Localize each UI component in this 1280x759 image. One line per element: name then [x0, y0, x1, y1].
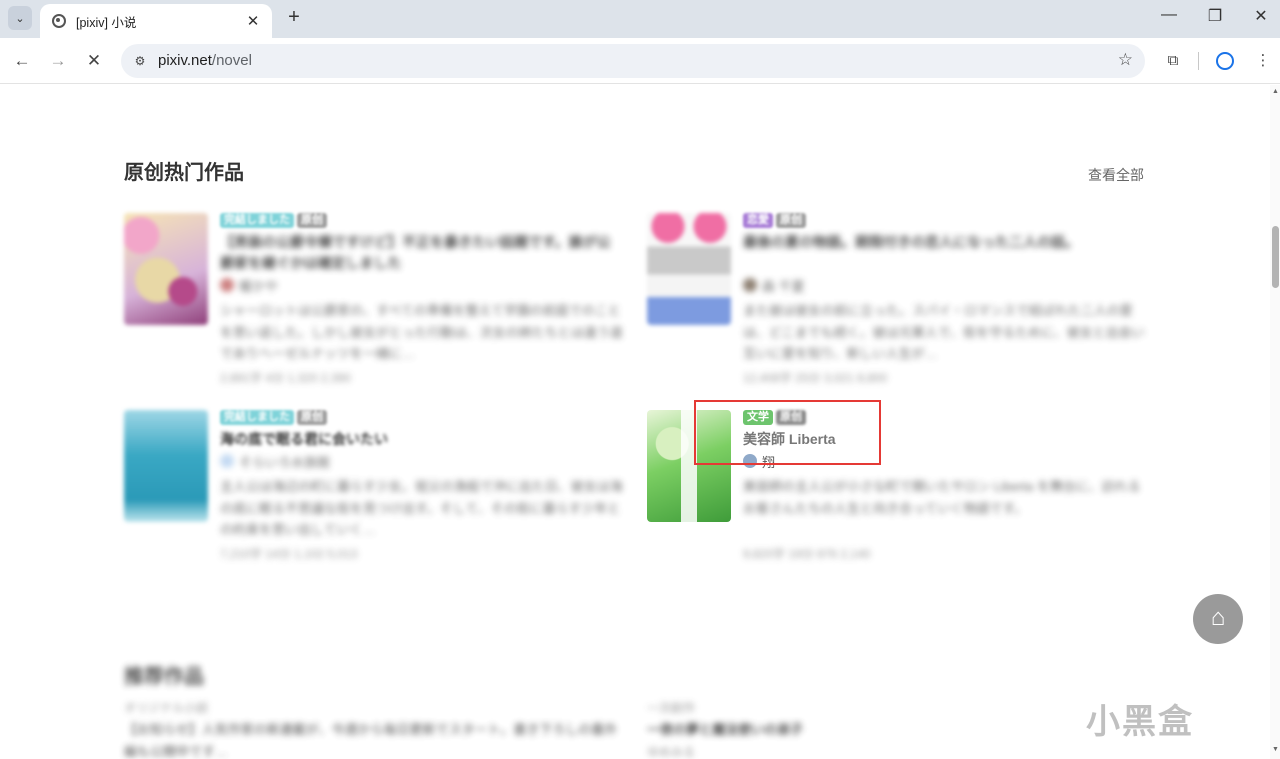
url-text: pixiv.net/novel — [158, 52, 252, 69]
scroll-down-icon[interactable]: ▼ — [1272, 746, 1279, 753]
arrow-right-icon: → — [49, 51, 67, 70]
novel-title[interactable]: 美容師 Liberta — [743, 429, 1147, 450]
item-label: 一次創作 — [647, 701, 696, 715]
tab-strip: ⌄ [pixiv] 小说 ✕ + — ❐ ✕ — [0, 0, 1280, 38]
watermark-logo-icon: ⌂ — [1193, 594, 1243, 644]
close-icon: ✕ — [86, 51, 102, 70]
novel-meta: 7,210字 14分 1,102 5,013 — [220, 547, 358, 561]
novel-meta: 2,891字 4分 1,320 2,390 — [220, 371, 351, 385]
arrow-left-icon: ← — [13, 51, 31, 70]
novel-description: 主人公は海辺の町に暮らす少女。祖父の漁船で沖に出た日、彼女は海の底に眠る不思議な… — [220, 479, 623, 537]
author-name[interactable]: 翔 — [762, 452, 775, 471]
back-button[interactable]: ← — [9, 48, 35, 74]
novel-meta: 9,820字 19分 876 2,140 — [743, 547, 871, 561]
address-bar[interactable]: ⚙ pixiv.net/novel ☆ — [121, 44, 1145, 78]
tab-search-button[interactable]: ⌄ — [8, 6, 32, 30]
novel-title[interactable]: 最後の夏の物語。期限付きの恋人になった二人の話。 — [743, 232, 1147, 274]
item-label: オリジナル小説 — [124, 701, 209, 715]
novel-cover-image[interactable] — [647, 410, 731, 522]
tag-original[interactable]: 原创 — [297, 213, 327, 228]
tag-literature[interactable]: 文学 — [743, 410, 773, 425]
page-content: 原创热门作品 查看全部 完結しました 原创 【男装の公爵令嬢ですけど】不正を暴き… — [0, 85, 1270, 759]
forward-button[interactable]: → — [45, 48, 71, 74]
novel-description: シャーロットは公爵家の、すべての準備を整えて学園の前庭でのことを思い返した。しか… — [220, 303, 623, 361]
novel-card[interactable]: 恋愛 原创 最後の夏の物語。期限付きの恋人になった二人の話。 森 千夏 また彼は… — [647, 213, 1147, 385]
chevron-down-icon: ⌄ — [15, 12, 25, 25]
maximize-button[interactable]: ❐ — [1192, 6, 1238, 30]
favicon-icon — [52, 14, 66, 28]
novel-cover-image[interactable] — [124, 213, 208, 325]
novel-cover-image[interactable] — [124, 410, 208, 522]
novel-meta: 12,408字 25分 3,021 8,800 — [743, 371, 888, 385]
site-settings-icon[interactable]: ⚙ — [131, 52, 149, 70]
section-title: 原创热门作品 — [124, 162, 244, 184]
avatar[interactable] — [743, 278, 757, 292]
tag-genre[interactable]: 恋愛 — [743, 213, 773, 228]
profile-avatar-icon[interactable] — [1216, 52, 1234, 70]
extensions-icon[interactable]: ⧉ — [1162, 50, 1184, 72]
bookmark-star-icon[interactable]: ☆ — [1118, 50, 1133, 70]
novel-description: また彼は彼女の前に立った。スパイ・ロマンスで結ばれた二人の愛は、どこまでも続く。… — [743, 303, 1145, 361]
author-name[interactable]: 森 千夏 — [762, 276, 805, 295]
novel-card[interactable]: 完結しました 原创 【男装の公爵令嬢ですけど】不正を暴きたい話題です。誰が公爵家… — [124, 213, 624, 385]
author-name[interactable]: 暖かや — [239, 276, 278, 295]
avatar[interactable] — [220, 454, 234, 468]
list-item[interactable]: オリジナル小説 【お知らせ】人気作家の新連載が、今週から毎日更新でスタート。書き… — [124, 697, 619, 759]
toolbar-divider — [1198, 52, 1199, 70]
novel-cover-image[interactable] — [647, 213, 731, 325]
novel-title[interactable]: 海の底で眠る君に会いたい — [220, 429, 624, 450]
novel-card[interactable]: 完結しました 原创 海の底で眠る君に会いたい そらいろ水族館 主人公は海辺の町に… — [124, 410, 624, 580]
novel-description: 美容師の主人公が小さな町で開いたサロン Liberta を舞台に、訪れるお客さん… — [743, 479, 1141, 516]
novel-title[interactable]: 【男装の公爵令嬢ですけど】不正を暴きたい話題です。誰が公爵家を継ぐかは確定しまし… — [220, 232, 624, 274]
close-window-button[interactable]: ✕ — [1238, 6, 1280, 30]
scroll-up-icon[interactable]: ▲ — [1272, 88, 1279, 95]
url-host: pixiv.net — [158, 52, 212, 69]
tag-original[interactable]: 原创 — [776, 213, 806, 228]
url-path: /novel — [211, 52, 252, 69]
watermark-text: 小黑盒 — [1086, 703, 1194, 741]
novel-card[interactable]: 文学 原创 美容師 Liberta 翔 美容師の主人公が小さな町で開いたサロン … — [647, 410, 1147, 580]
avatar[interactable] — [220, 278, 234, 292]
new-tab-button[interactable]: + — [282, 6, 306, 30]
list-item[interactable]: 一次創作 一夜の夢と魔法使いの弟子 ゆめみる — [647, 697, 947, 759]
item-author[interactable]: ゆめみる — [647, 741, 947, 759]
scrollbar-thumb[interactable] — [1272, 226, 1279, 288]
item-text[interactable]: 一夜の夢と魔法使いの弟子 — [647, 719, 947, 741]
author-name[interactable]: そらいろ水族館 — [239, 452, 330, 471]
tab-title: [pixiv] 小说 — [76, 15, 137, 30]
stop-loading-button[interactable]: ✕ — [81, 48, 107, 74]
see-all-link[interactable]: 查看全部 — [1088, 165, 1144, 185]
browser-tab[interactable]: [pixiv] 小说 ✕ — [40, 4, 272, 38]
tag-status[interactable]: 完結しました — [220, 410, 294, 425]
more-menu-icon[interactable]: ⋮ — [1252, 50, 1274, 72]
tag-status[interactable]: 完結しました — [220, 213, 294, 228]
tag-original[interactable]: 原创 — [297, 410, 327, 425]
tag-original[interactable]: 原创 — [776, 410, 806, 425]
avatar[interactable] — [743, 454, 757, 468]
section-title: 推荐作品 — [124, 666, 204, 688]
close-tab-icon[interactable]: ✕ — [244, 12, 262, 30]
minimize-button[interactable]: — — [1146, 6, 1192, 30]
item-text[interactable]: 【お知らせ】人気作家の新連載が、今週から毎日更新でスタート。書き下ろしの番外編も… — [124, 719, 619, 759]
browser-toolbar: ← → ✕ ⚙ pixiv.net/novel ☆ ⧉ ⋮ — [0, 38, 1280, 84]
scrollbar-track[interactable] — [1270, 85, 1280, 759]
